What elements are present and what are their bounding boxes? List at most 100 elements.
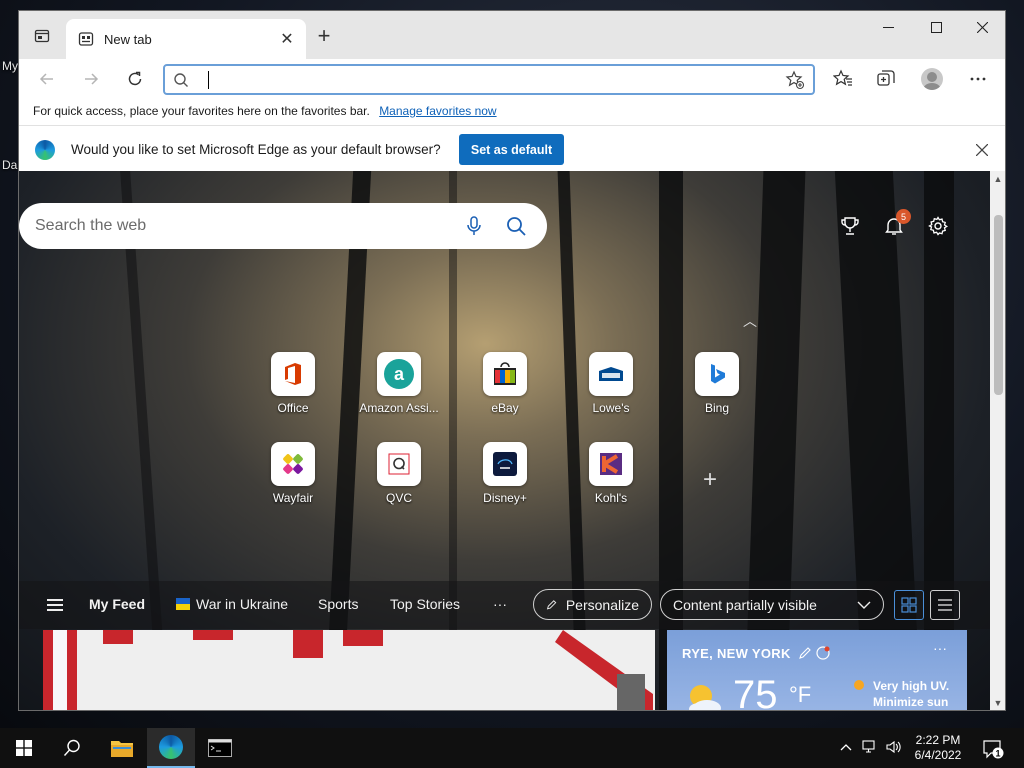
quick-link-qvc[interactable]: QVC <box>354 442 444 505</box>
edit-location-icon[interactable] <box>798 647 811 659</box>
page-settings-button[interactable] <box>923 211 953 241</box>
feed-menu-icon[interactable] <box>47 599 63 614</box>
qvc-icon <box>377 442 421 486</box>
quick-link-wayfair[interactable]: Wayfair <box>248 442 338 505</box>
page-scrollbar[interactable]: ▲ ▼ <box>990 171 1005 710</box>
web-search-box[interactable] <box>19 203 547 249</box>
tab-war-in-ukraine[interactable]: War in Ukraine <box>176 596 288 612</box>
tab-close-icon[interactable]: ✕ <box>278 30 296 48</box>
add-favorite-icon[interactable] <box>785 70 805 90</box>
forward-button[interactable] <box>77 65 105 93</box>
favorites-button[interactable] <box>829 65 857 93</box>
manage-favorites-link[interactable]: Manage favorites now <box>379 104 496 118</box>
close-icon <box>976 21 988 33</box>
start-button[interactable] <box>0 728 48 768</box>
weather-temperature: 75 <box>733 673 778 711</box>
quick-link-amazon-assistant[interactable]: a Amazon Assi... <box>354 352 444 415</box>
lowes-icon <box>589 352 633 396</box>
refresh-button[interactable] <box>121 65 149 93</box>
ukraine-flag-icon <box>176 598 190 610</box>
weather-unit: °F <box>789 682 812 707</box>
set-as-default-button[interactable]: Set as default <box>459 134 564 165</box>
tab-title: New tab <box>104 31 152 47</box>
quick-link-label: Kohl's <box>594 491 628 505</box>
back-button[interactable] <box>33 65 61 93</box>
uv-sun-icon <box>854 680 864 690</box>
edge-taskbar-button[interactable] <box>147 728 195 768</box>
quick-link-lowes[interactable]: Lowe's <box>566 352 656 415</box>
tab-sports[interactable]: Sports <box>318 596 358 612</box>
close-window-button[interactable] <box>959 11 1005 43</box>
quick-link-disney-plus[interactable]: Disney+ <box>460 442 550 505</box>
profile-button[interactable] <box>918 65 946 93</box>
minimize-button[interactable] <box>865 11 911 43</box>
personalize-button[interactable]: Personalize <box>533 589 652 620</box>
text-caret <box>208 71 209 89</box>
weather-card[interactable]: RYE, NEW YORK ··· 75 °F Very high UV. Mi… <box>667 630 967 711</box>
scroll-up-icon[interactable]: ▲ <box>993 174 1003 184</box>
tab-new-tab[interactable]: New tab ✕ <box>66 19 306 59</box>
quick-link-ebay[interactable]: eBay <box>460 352 550 415</box>
edge-logo-icon <box>35 139 55 160</box>
list-view-button[interactable] <box>930 590 960 620</box>
network-icon[interactable] <box>862 740 878 757</box>
infobar-close-icon[interactable] <box>973 141 991 159</box>
action-center-button[interactable]: 1 <box>982 738 1004 760</box>
news-card[interactable] <box>43 630 655 710</box>
taskbar: 2:22 PM 6/4/2022 1 <box>0 728 1024 768</box>
tab-my-feed[interactable]: My Feed <box>89 596 145 612</box>
weather-uv-alert: Very high UV. Minimize sun <box>873 679 950 709</box>
rewards-button[interactable] <box>835 211 865 241</box>
folder-icon <box>111 741 133 757</box>
address-bar[interactable] <box>163 64 815 95</box>
news-card-image <box>43 630 655 710</box>
terminal-icon <box>208 739 232 757</box>
pencil-icon <box>546 599 557 610</box>
kohls-icon <box>589 442 633 486</box>
feed-more-button[interactable]: ··· <box>493 596 507 612</box>
settings-and-more-button[interactable] <box>964 65 992 93</box>
tab-top-stories[interactable]: Top Stories <box>390 596 460 612</box>
grid-view-button[interactable] <box>894 590 924 620</box>
search-icon <box>174 72 188 87</box>
back-arrow-icon <box>39 73 53 85</box>
quick-link-bing[interactable]: Bing <box>672 352 762 415</box>
scrollbar-thumb[interactable] <box>994 215 1003 395</box>
file-explorer-button[interactable] <box>98 728 146 768</box>
content-visibility-dropdown[interactable]: Content partially visible <box>660 589 884 620</box>
search-button[interactable] <box>48 728 96 768</box>
quick-link-label: Bing <box>704 401 730 415</box>
gear-icon <box>928 216 948 236</box>
voice-search-button[interactable] <box>459 211 489 241</box>
quick-link-kohls[interactable]: Kohl's <box>566 442 656 505</box>
notifications-button[interactable]: 5 <box>879 209 911 241</box>
address-input[interactable] <box>201 71 785 88</box>
web-search-input[interactable] <box>35 217 447 235</box>
refresh-icon <box>128 71 142 86</box>
web-search-submit-button[interactable] <box>501 211 531 241</box>
show-hidden-icons-button[interactable] <box>840 740 852 754</box>
new-tab-page: 5 ︿ Office a Amazon Assi... eBay <box>19 171 990 711</box>
scroll-down-icon[interactable]: ▼ <box>993 698 1003 708</box>
collections-button[interactable] <box>872 65 900 93</box>
volume-icon[interactable] <box>886 740 902 757</box>
quick-link-label: Wayfair <box>272 491 314 505</box>
command-prompt-button[interactable] <box>196 728 244 768</box>
quick-link-office[interactable]: Office <box>248 352 338 415</box>
feed-navigation-bar: My Feed War in Ukraine Sports Top Storie… <box>19 581 990 629</box>
taskbar-clock[interactable]: 2:22 PM 6/4/2022 <box>906 733 970 763</box>
collections-icon <box>877 70 895 86</box>
weather-more-button[interactable]: ··· <box>933 640 947 656</box>
maximize-button[interactable] <box>913 11 959 43</box>
desktop-icon-label-1: My <box>2 59 18 73</box>
quick-link-label: Office <box>277 401 309 415</box>
forward-arrow-icon <box>85 73 99 85</box>
list-view-icon <box>938 599 952 611</box>
microphone-icon <box>467 216 481 235</box>
new-tab-button[interactable]: + <box>312 23 336 48</box>
weather-alert-icon <box>816 646 831 660</box>
more-icon <box>970 77 986 81</box>
collapse-quick-links-icon[interactable]: ︿ <box>743 311 757 331</box>
add-quick-link-button[interactable]: + <box>703 466 717 494</box>
tab-actions-button[interactable] <box>31 25 53 47</box>
